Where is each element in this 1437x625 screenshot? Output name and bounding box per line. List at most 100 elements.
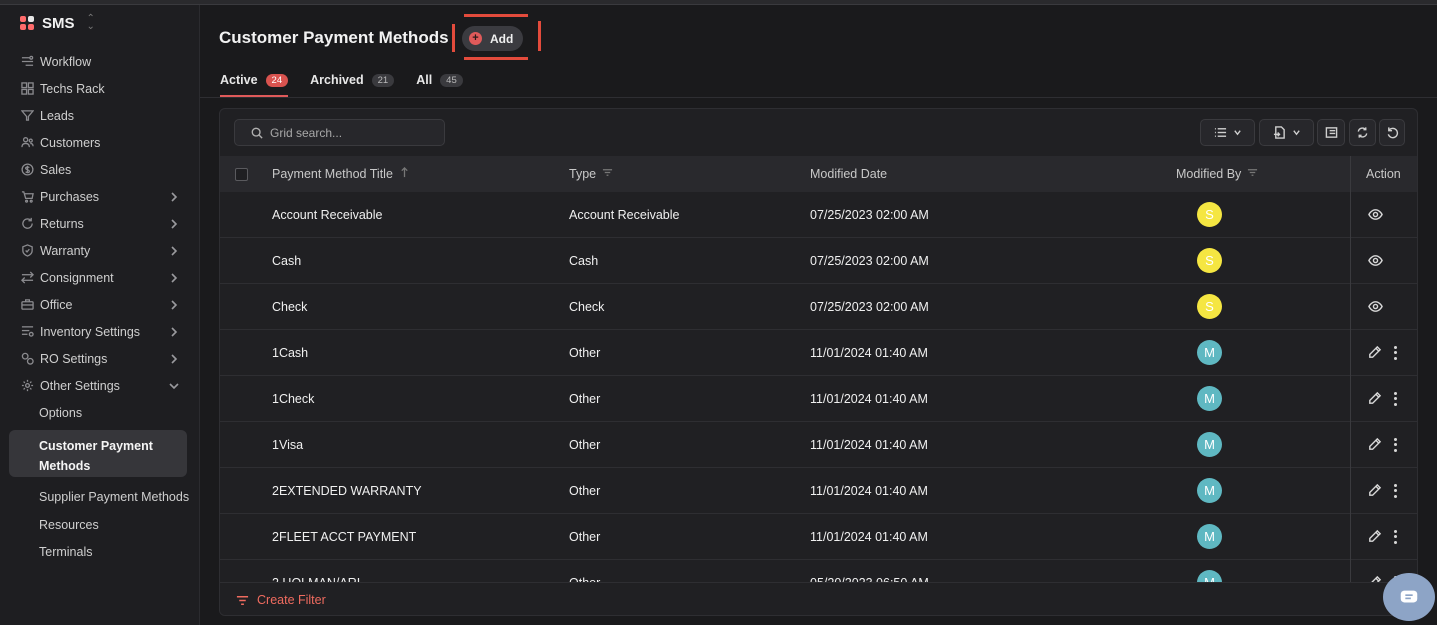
- table-header: Payment Method Title Type Modified Date …: [220, 156, 1417, 192]
- sidebar-item-other-settings[interactable]: Other Settings: [0, 372, 199, 399]
- shield-icon: [20, 244, 34, 258]
- col-header-title[interactable]: Payment Method Title: [272, 156, 410, 192]
- more-actions-icon[interactable]: [1394, 483, 1398, 498]
- columns-button[interactable]: [1317, 119, 1345, 146]
- more-actions-icon[interactable]: [1394, 345, 1398, 360]
- sidebar-subitem-resources[interactable]: Resources: [0, 511, 199, 538]
- avatar: M: [1197, 432, 1222, 457]
- edit-pencil-icon[interactable]: [1367, 575, 1382, 582]
- edit-pencil-icon[interactable]: [1367, 391, 1382, 406]
- edit-pencil-icon[interactable]: [1367, 529, 1382, 544]
- table-row[interactable]: 1Visa Other 11/01/2024 01:40 AM M: [220, 422, 1417, 468]
- sidebar-item-label: Consignment: [40, 270, 114, 285]
- tab-archived-count: 21: [371, 74, 395, 87]
- sidebar-item-purchases[interactable]: Purchases: [0, 183, 199, 210]
- sidebar-item-office[interactable]: Office: [0, 291, 199, 318]
- cell-title: 1Cash: [272, 345, 309, 360]
- view-eye-icon[interactable]: [1368, 207, 1383, 222]
- tab-all-count: 45: [440, 74, 463, 87]
- avatar: M: [1197, 570, 1222, 582]
- export-button[interactable]: [1259, 119, 1314, 146]
- sidebar-item-label: Workflow: [40, 54, 92, 69]
- table-row[interactable]: Cash Cash 07/25/2023 02:00 AM S: [220, 238, 1417, 284]
- view-options-button[interactable]: [1200, 119, 1255, 146]
- cell-type: Cash: [569, 253, 599, 268]
- sidebar-subitem-options[interactable]: Options: [0, 399, 199, 426]
- chevron-right-icon: [171, 299, 178, 310]
- tab-archived[interactable]: Archived 21: [310, 70, 395, 97]
- table-row[interactable]: 1Check Other 11/01/2024 01:40 AM M: [220, 376, 1417, 422]
- cell-modified-by: M: [1197, 376, 1222, 421]
- more-actions-icon[interactable]: [1394, 437, 1398, 452]
- table-row[interactable]: 1Cash Other 11/01/2024 01:40 AM M: [220, 330, 1417, 376]
- tab-active[interactable]: Active 24: [220, 70, 289, 97]
- sort-arrow-up-icon: [401, 167, 408, 178]
- refresh-icon: [1357, 127, 1368, 138]
- cell-modified-by: M: [1197, 330, 1222, 375]
- cell-modified-by: S: [1197, 238, 1222, 283]
- create-filter-button[interactable]: Create Filter: [220, 582, 1417, 615]
- more-actions-icon[interactable]: [1394, 529, 1398, 544]
- chat-launcher-button[interactable]: [1383, 573, 1435, 621]
- chevron-right-icon: [171, 191, 178, 202]
- sidebar-item-label: Sales: [40, 162, 72, 177]
- edit-pencil-icon[interactable]: [1367, 483, 1382, 498]
- edit-pencil-icon[interactable]: [1367, 345, 1382, 360]
- sidebar-item-returns[interactable]: Returns: [0, 210, 199, 237]
- col-header-type[interactable]: Type: [569, 156, 613, 192]
- view-eye-icon[interactable]: [1368, 299, 1383, 314]
- col-header-type-label: Type: [569, 167, 597, 181]
- col-header-modified-by[interactable]: Modified By: [1176, 156, 1258, 192]
- avatar: S: [1197, 248, 1222, 273]
- sidebar-item-consignment[interactable]: Consignment: [0, 264, 199, 291]
- sidebar-item-sales[interactable]: Sales: [0, 156, 199, 183]
- grid-search[interactable]: [234, 119, 445, 146]
- view-eye-icon[interactable]: [1368, 253, 1383, 268]
- table-row[interactable]: Check Check 07/25/2023 02:00 AM S: [220, 284, 1417, 330]
- cell-modified-date: 11/01/2024 01:40 AM: [810, 529, 928, 544]
- table-row[interactable]: 2FLEET ACCT PAYMENT Other 11/01/2024 01:40…: [220, 514, 1417, 560]
- sidebar-item-techs-rack[interactable]: Techs Rack: [0, 75, 199, 102]
- more-actions-icon[interactable]: [1394, 391, 1398, 406]
- chevron-right-icon: [171, 245, 178, 256]
- col-header-modified-date[interactable]: Modified Date: [810, 156, 887, 192]
- table-row[interactable]: 2EXTENDED WARRANTY Other 11/01/2024 01:40 …: [220, 468, 1417, 514]
- reset-button[interactable]: [1379, 119, 1405, 146]
- cell-type: Account Receivable: [569, 207, 680, 222]
- table-row[interactable]: Account Receivable Account Receivable 07/2…: [220, 192, 1417, 238]
- sidebar-item-label: Office: [40, 297, 73, 312]
- sidebar-item-workflow[interactable]: Workflow: [0, 48, 199, 75]
- cell-type: Other: [569, 437, 601, 452]
- cell-title: 2FLEET ACCT PAYMENT: [272, 529, 417, 544]
- refresh-button[interactable]: [1349, 119, 1376, 146]
- workflow-icon: [20, 55, 34, 69]
- tab-all[interactable]: All 45: [416, 70, 463, 97]
- sidebar-item-ro-settings[interactable]: RO Settings: [0, 345, 199, 372]
- briefcase-icon: [20, 298, 34, 312]
- sidebar-item-warranty[interactable]: Warranty: [0, 237, 199, 264]
- cell-modified-by: S: [1197, 192, 1222, 237]
- cell-modified-by: M: [1197, 514, 1222, 559]
- sidebar-item-inventory-settings[interactable]: Inventory Settings: [0, 318, 199, 345]
- chevron-down-icon: [1233, 129, 1241, 135]
- filter-icon: [603, 169, 613, 176]
- add-button[interactable]: + Add: [462, 26, 523, 51]
- cell-modified-date: 11/01/2024 01:40 AM: [810, 391, 928, 406]
- cell-title: Check: [272, 299, 308, 314]
- sidebar-item-label: Purchases: [40, 189, 100, 204]
- app-logo-icon: [20, 16, 34, 30]
- select-all-checkbox[interactable]: [235, 167, 248, 181]
- gear-icon: [20, 379, 34, 393]
- sidebar-subitem-terminals[interactable]: Terminals: [0, 538, 199, 565]
- sidebar-item-leads[interactable]: Leads: [0, 102, 199, 129]
- table-row[interactable]: 2 HOLMAN/ARI Other 05/20/2023 06:50 AM M: [220, 560, 1417, 582]
- plus-icon: +: [469, 32, 482, 45]
- sidebar-item-customers[interactable]: Customers: [0, 129, 199, 156]
- sidebar-subitem-customer-payment-methods[interactable]: Customer Payment Methods: [9, 430, 187, 477]
- search-input[interactable]: [270, 125, 440, 140]
- sidebar-subitem-supplier-payment-methods[interactable]: Supplier Payment Methods: [0, 481, 199, 511]
- app-switcher[interactable]: SMS ⌃ ⌄: [0, 5, 199, 41]
- sidebar-item-label: RO Settings: [40, 351, 108, 366]
- cell-modified-date: 07/25/2023 02:00 AM: [810, 299, 929, 314]
- edit-pencil-icon[interactable]: [1367, 437, 1382, 452]
